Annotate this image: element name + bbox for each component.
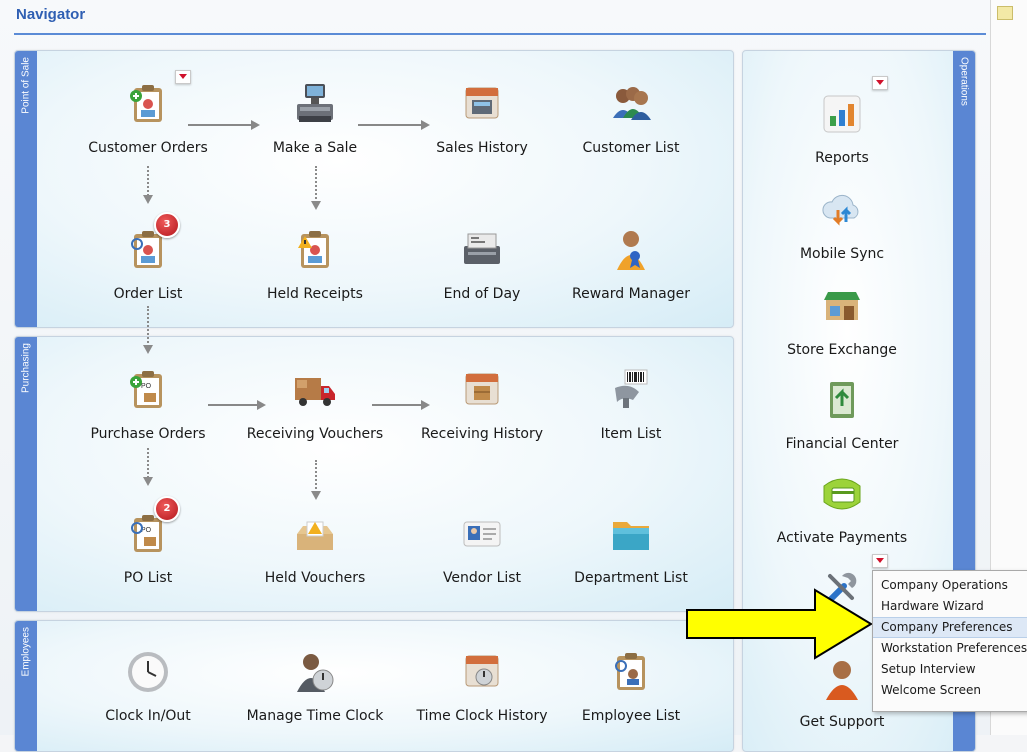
po-list-button[interactable]: PO 2 PO List [73,496,223,586]
employee-list-icon [609,650,653,694]
menu-item-welcome-screen[interactable]: Welcome Screen [873,680,1027,701]
purchase-orders-button[interactable]: PO Purchase Orders [73,368,223,442]
reports-dropdown-marker[interactable] [872,76,888,90]
menu-item-hardware-wizard[interactable]: Hardware Wizard [873,596,1027,617]
employee-list-button[interactable]: Employee List [556,650,706,724]
barcode-scanner-icon [609,368,653,412]
point-of-sale-tab: Point of Sale [15,51,37,327]
customer-orders-icon [126,82,170,126]
activate-payments-button[interactable]: Activate Payments [767,472,917,546]
financial-center-icon [820,378,864,422]
customer-list-button[interactable]: Customer List [556,82,706,156]
customers-icon [609,82,653,126]
store-exchange-icon [820,284,864,328]
customer-orders-dropdown-marker[interactable] [175,70,191,84]
item-list-button[interactable]: Item List [556,368,706,442]
purchase-orders-icon: PO [126,368,170,412]
customer-orders-button[interactable]: Customer Orders [73,82,223,156]
held-vouchers-icon [293,512,337,556]
note-icon[interactable] [997,6,1013,20]
financial-center-button[interactable]: Financial Center [767,378,917,452]
cash-register-icon [293,82,337,126]
purchasing-tab: Purchasing [15,337,37,611]
order-count-badge: 3 [154,212,180,238]
po-count-badge: 2 [154,496,180,522]
mobile-sync-button[interactable]: Mobile Sync [767,188,917,262]
flow-arrow [311,166,321,210]
vendor-card-icon [460,512,504,556]
held-vouchers-button[interactable]: Held Vouchers [240,512,390,586]
sales-history-icon [460,82,504,126]
folder-icon [609,512,653,556]
time-clock-history-button[interactable]: Time Clock History [407,650,557,724]
po-list-icon: PO 2 [126,496,180,556]
title-divider [14,33,986,35]
end-of-day-button[interactable]: End of Day [407,228,557,302]
delivery-truck-icon [293,368,337,412]
held-receipts-icon [293,228,337,272]
receiving-vouchers-button[interactable]: Receiving Vouchers [240,368,390,442]
held-receipts-button[interactable]: Held Receipts [240,228,390,302]
navigator-title: Navigator [16,6,86,23]
manage-time-clock-button[interactable]: Manage Time Clock [240,650,390,724]
order-list-button[interactable]: 3 Order List [73,212,223,302]
store-exchange-button[interactable]: Store Exchange [767,284,917,358]
flow-arrow [143,166,153,204]
menu-item-setup-interview[interactable]: Setup Interview [873,659,1027,680]
payment-card-icon [820,472,864,516]
receiving-history-icon [460,368,504,412]
clock-icon [126,650,170,694]
callout-arrow-icon [686,588,873,660]
menu-item-company-operations[interactable]: Company Operations [873,575,1027,596]
order-list-icon: 3 [126,212,180,272]
sales-history-button[interactable]: Sales History [407,82,557,156]
support-agent-icon [820,656,864,700]
flow-arrow [143,448,153,486]
company-operations-dropdown-marker[interactable] [872,554,888,568]
company-operations-menu: Company Operations Hardware Wizard Compa… [872,570,1027,712]
clock-in-out-button[interactable]: Clock In/Out [73,650,223,724]
svg-text:PO: PO [141,383,152,390]
flow-arrow [143,306,153,354]
cloud-sync-icon [820,188,864,232]
end-of-day-icon [460,228,504,272]
reports-button[interactable]: Reports [767,92,917,166]
time-clock-history-icon [460,650,504,694]
manage-time-clock-icon [293,650,337,694]
reports-chart-icon [820,92,864,136]
employees-tab: Employees [15,621,37,751]
reward-manager-icon [609,228,653,272]
menu-item-company-preferences[interactable]: Company Preferences [873,617,1027,638]
flow-arrow [311,460,321,500]
make-a-sale-button[interactable]: Make a Sale [240,82,390,156]
department-list-button[interactable]: Department List [556,512,706,586]
receiving-history-button[interactable]: Receiving History [407,368,557,442]
menu-item-workstation-preferences[interactable]: Workstation Preferences [873,638,1027,659]
vendor-list-button[interactable]: Vendor List [407,512,557,586]
reward-manager-button[interactable]: Reward Manager [556,228,706,302]
